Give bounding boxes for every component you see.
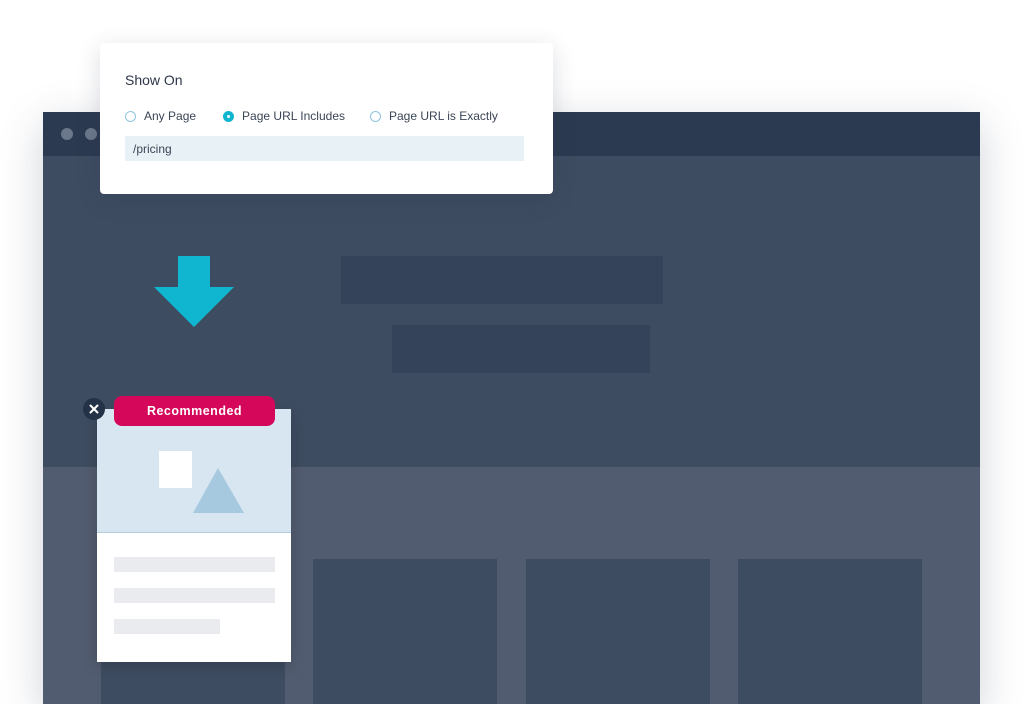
radio-label: Any Page bbox=[144, 109, 197, 123]
close-icon[interactable] bbox=[89, 404, 99, 414]
image-placeholder-icon bbox=[159, 451, 244, 513]
show-on-radio-group: Any Page Page URL Includes Page URL is E… bbox=[125, 109, 498, 123]
radio-page-url-includes[interactable]: Page URL Includes bbox=[223, 109, 345, 123]
text-line-placeholder bbox=[114, 619, 220, 634]
hero-subheading-placeholder bbox=[392, 325, 650, 373]
text-line-placeholder bbox=[114, 588, 275, 603]
radio-unchecked-icon[interactable] bbox=[125, 110, 136, 122]
radio-any-page[interactable]: Any Page bbox=[125, 109, 196, 123]
content-card bbox=[526, 559, 710, 704]
radio-unchecked-icon[interactable] bbox=[370, 110, 381, 122]
content-card bbox=[313, 559, 497, 704]
content-card bbox=[738, 559, 922, 704]
show-on-settings-panel: Show On Any Page Page URL Includes Page … bbox=[100, 43, 553, 194]
hero-heading-placeholder bbox=[341, 256, 663, 304]
radio-label: Page URL Includes bbox=[242, 109, 345, 123]
radio-checked-icon[interactable] bbox=[223, 110, 235, 122]
url-input[interactable] bbox=[125, 136, 524, 161]
radio-page-url-exactly[interactable]: Page URL is Exactly bbox=[370, 109, 498, 123]
window-dot-icon bbox=[85, 128, 97, 140]
recommendation-popup[interactable] bbox=[97, 409, 291, 662]
radio-label: Page URL is Exactly bbox=[389, 109, 498, 123]
recommended-badge: Recommended bbox=[114, 396, 275, 426]
popup-image bbox=[97, 409, 291, 533]
close-button[interactable] bbox=[83, 398, 105, 420]
window-dot-icon bbox=[61, 128, 73, 140]
arrow-down-icon bbox=[154, 256, 234, 327]
panel-title: Show On bbox=[125, 72, 183, 88]
text-line-placeholder bbox=[114, 557, 275, 572]
